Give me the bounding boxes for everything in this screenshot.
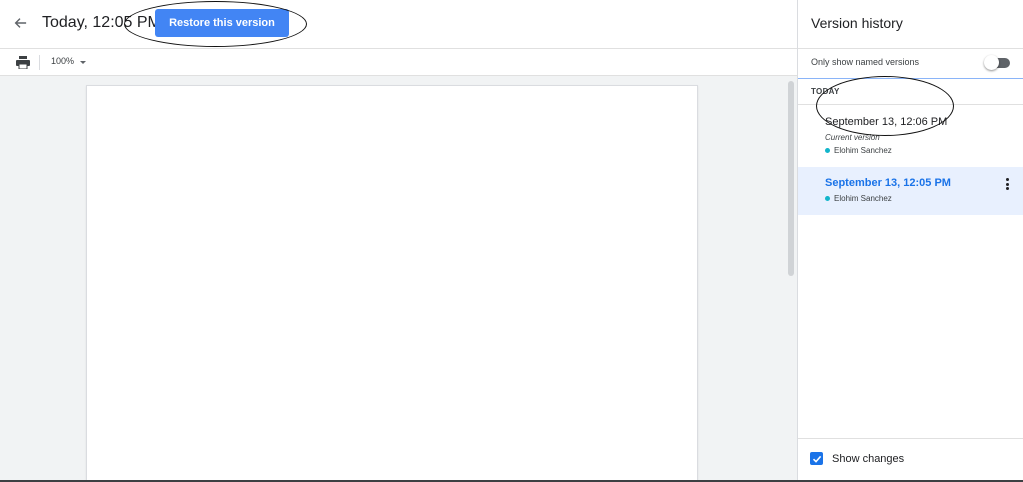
version-title: Today, 12:05 PM [42,14,161,31]
section-label: TODAY [811,87,840,96]
document-canvas [0,76,797,482]
show-changes-checkbox[interactable]: Show changes [810,452,904,465]
named-versions-label: Only show named versions [811,57,920,67]
top-bar: Today, 12:05 PM Restore this version [0,0,797,49]
version-date: September 13, 12:05 PM [825,177,951,189]
named-versions-toggle[interactable] [984,55,1011,70]
version-author: Elohim Sanchez [825,194,892,203]
panel-title: Version history [811,15,903,31]
arrow-left-icon [14,18,27,28]
show-changes-label: Show changes [832,452,905,465]
restore-version-button[interactable]: Restore this version [155,9,289,37]
named-versions-row: Only show named versions [798,49,1023,77]
author-name: Elohim Sanchez [834,194,892,203]
version-list: TODAY September 13, 12:06 PM Current ver… [798,78,1023,438]
divider [798,438,1023,439]
current-version-label: Current version [825,133,880,142]
zoom-value: 100% [51,56,75,66]
document-page [86,85,698,482]
more-options-icon[interactable] [1002,176,1012,192]
toolbar-divider [39,55,40,70]
version-author: Elohim Sanchez [825,146,892,155]
version-item-selected[interactable]: September 13, 12:05 PM Elohim Sanchez [798,167,1023,215]
back-button[interactable] [9,12,31,34]
vertical-scrollbar[interactable] [788,81,794,276]
toolbar: 100% [0,49,797,76]
author-name: Elohim Sanchez [834,146,892,155]
author-dot-icon [825,196,830,201]
version-history-panel: Version history Only show named versions… [797,0,1023,482]
divider [798,104,1023,105]
caret-down-icon [80,60,87,64]
zoom-select[interactable]: 100% [51,56,87,66]
checkbox-checked-icon [810,452,823,465]
author-dot-icon [825,148,830,153]
version-date: September 13, 12:06 PM [825,116,948,128]
version-item[interactable]: September 13, 12:06 PM Current version E… [798,107,1023,165]
toggle-thumb [984,55,999,70]
print-icon[interactable] [16,56,30,69]
